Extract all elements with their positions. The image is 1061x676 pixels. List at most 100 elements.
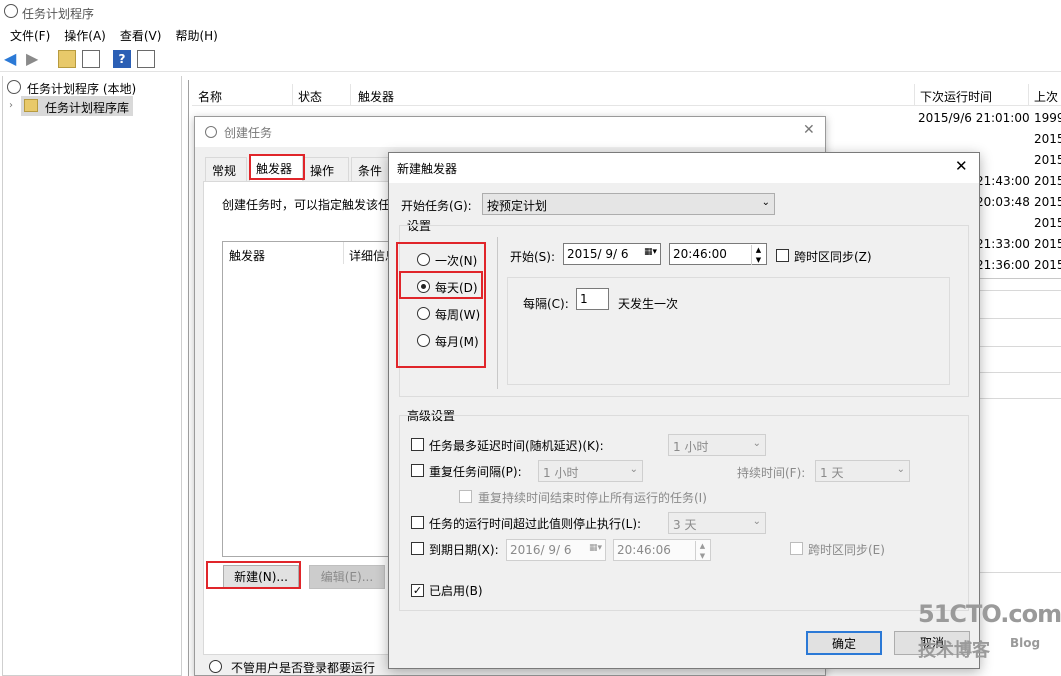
menu-file[interactable]: 文件(F) [3, 24, 57, 47]
close-icon[interactable]: ✕ [803, 122, 815, 138]
repeat-checkbox[interactable] [411, 464, 424, 477]
recurrence-panel [507, 277, 950, 385]
expire-sync-checkbox[interactable] [790, 542, 803, 555]
schedule-weekly-radio[interactable] [417, 307, 430, 320]
stop-long-select[interactable]: 3 天 ⌄ [668, 512, 766, 534]
repeat-label: 重复任务间隔(P): [429, 465, 522, 479]
duration-label: 持续时间(F): [737, 466, 806, 480]
calendar-dropdown-icon[interactable]: ▦▾ [589, 543, 602, 553]
sync-timezone-checkbox[interactable] [776, 249, 789, 262]
tab-label: 条件 [358, 164, 383, 178]
tab-label: 操作 [310, 164, 335, 178]
chevron-down-icon: ⌄ [629, 464, 638, 475]
stop-repeat-checkbox[interactable] [459, 490, 472, 503]
select-value: 1 天 [820, 466, 844, 480]
help-icon[interactable]: ? [113, 50, 131, 68]
clock-icon [205, 126, 217, 138]
dialog-title: 新建触发器 [397, 162, 458, 176]
time-spinner-icon[interactable]: ▲ ▼ [695, 541, 709, 561]
sync-timezone-label: 跨时区同步(Z) [794, 250, 872, 264]
chevron-down-icon: ⌄ [752, 516, 761, 527]
button-label: 确定 [831, 637, 856, 651]
delay-checkbox[interactable] [411, 438, 424, 451]
calendar-dropdown-icon[interactable]: ▦▾ [644, 247, 657, 257]
date-value: 2016/ 9/ 6 [510, 543, 572, 557]
next-run-value: 21:43:00 [976, 174, 1030, 188]
navigation-tree: 任务计划程序 (本地) › 任务计划程序库 [2, 76, 182, 676]
start-label: 开始(S): [510, 250, 556, 264]
show-hide-tree-icon[interactable] [82, 50, 100, 68]
column-next-run[interactable]: 下次运行时间 [920, 88, 992, 105]
menu-help[interactable]: 帮助(H) [168, 24, 224, 47]
stop-long-checkbox[interactable] [411, 516, 424, 529]
column-trigger[interactable]: 触发器 [358, 88, 394, 105]
last-run-value: 2015 [1034, 153, 1061, 167]
schedule-once-radio[interactable] [417, 253, 430, 266]
tab-label: 触发器 [256, 162, 293, 176]
ok-button[interactable]: 确定 [806, 631, 882, 655]
every-label: 每隔(C): [523, 297, 569, 311]
close-icon[interactable]: ✕ [955, 157, 968, 175]
expire-checkbox[interactable] [411, 542, 424, 555]
enabled-checkbox[interactable]: ✓ [411, 584, 424, 597]
start-time-field[interactable]: 20:46:00 ▲ ▼ [669, 243, 767, 265]
window-titlebar: 任务计划程序 [0, 0, 1061, 24]
detail-divider [980, 278, 1061, 279]
schedule-weekly-label: 每周(W) [435, 308, 481, 322]
tree-item-library[interactable]: 任务计划程序库 [21, 96, 133, 116]
detail-divider [980, 398, 1061, 399]
schedule-daily-label: 每天(D) [435, 281, 478, 295]
column-last-run[interactable]: 上次 [1034, 88, 1058, 105]
tree-root[interactable]: 任务计划程序 (本地) [27, 80, 136, 97]
new-trigger-dialog: 新建触发器 ✕ 开始任务(G): 按预定计划 ⌄ 设置 一次(N) 每天(D) … [388, 152, 980, 669]
new-trigger-button[interactable]: 新建(N)... [223, 565, 299, 589]
menu-view[interactable]: 查看(V) [113, 24, 169, 47]
menu-action[interactable]: 操作(A) [57, 24, 113, 47]
tab-triggers[interactable]: 触发器 [249, 155, 303, 181]
duration-select[interactable]: 1 天 ⌄ [815, 460, 910, 482]
menu-bar: 文件(F) 操作(A) 查看(V) 帮助(H) [0, 24, 1061, 46]
every-days-input[interactable]: 1 [576, 288, 609, 310]
clock-icon [4, 4, 18, 18]
forward-arrow-icon[interactable]: ▶ [26, 50, 44, 68]
run-regardless-radio[interactable] [209, 660, 222, 673]
repeat-select[interactable]: 1 小时 ⌄ [538, 460, 643, 482]
begin-task-label: 开始任务(G): [401, 199, 472, 213]
chevron-right-icon[interactable]: › [9, 100, 13, 111]
start-date-picker[interactable]: 2015/ 9/ 6 ▦▾ [563, 243, 661, 265]
watermark-blog: Blog [1010, 636, 1041, 650]
schedule-monthly-radio[interactable] [417, 334, 430, 347]
tab-label: 常规 [212, 164, 237, 178]
expire-date-picker[interactable]: 2016/ 9/ 6 ▦▾ [506, 539, 606, 561]
watermark-logo: 51CTO.com [918, 600, 1061, 628]
edit-trigger-button[interactable]: 编辑(E)... [309, 565, 385, 589]
show-hide-action-pane-icon[interactable] [137, 50, 155, 68]
stop-repeat-label: 重复持续时间结束时停止所有运行的任务(I) [478, 491, 707, 505]
detail-divider [980, 372, 1061, 373]
column-trigger[interactable]: 触发器 [229, 247, 265, 264]
window-title: 任务计划程序 [22, 7, 95, 21]
enabled-label: 已启用(B) [429, 584, 483, 598]
tab-description: 创建任务时，可以指定触发该任 [222, 198, 391, 212]
column-status[interactable]: 状态 [298, 88, 322, 105]
begin-task-select[interactable]: 按预定计划 ⌄ [482, 193, 775, 215]
next-run-value: 21:36:00 [976, 258, 1030, 272]
dialog-title: 创建任务 [224, 126, 273, 140]
column-name[interactable]: 名称 [198, 88, 222, 105]
tab-actions[interactable]: 操作 [303, 157, 349, 181]
delay-label: 任务最多延迟时间(随机延迟)(K): [429, 439, 604, 453]
expire-time-field[interactable]: 20:46:06 ▲ ▼ [613, 539, 711, 561]
time-value: 20:46:06 [617, 543, 671, 557]
back-arrow-icon[interactable]: ◀ [4, 50, 22, 68]
tab-general[interactable]: 常规 [205, 157, 247, 181]
folder-up-icon[interactable] [58, 50, 76, 68]
last-run-value: 2015 [1034, 237, 1061, 251]
chevron-down-icon: ⌄ [896, 464, 905, 475]
dialog-titlebar: 创建任务 ✕ [195, 117, 825, 147]
last-run-value: 2015 [1034, 216, 1061, 230]
time-spinner-icon[interactable]: ▲ ▼ [751, 245, 765, 265]
button-label: 编辑(E)... [320, 570, 374, 584]
delay-select[interactable]: 1 小时 ⌄ [668, 434, 766, 456]
detail-divider [980, 572, 1061, 573]
schedule-daily-radio[interactable] [417, 280, 430, 293]
